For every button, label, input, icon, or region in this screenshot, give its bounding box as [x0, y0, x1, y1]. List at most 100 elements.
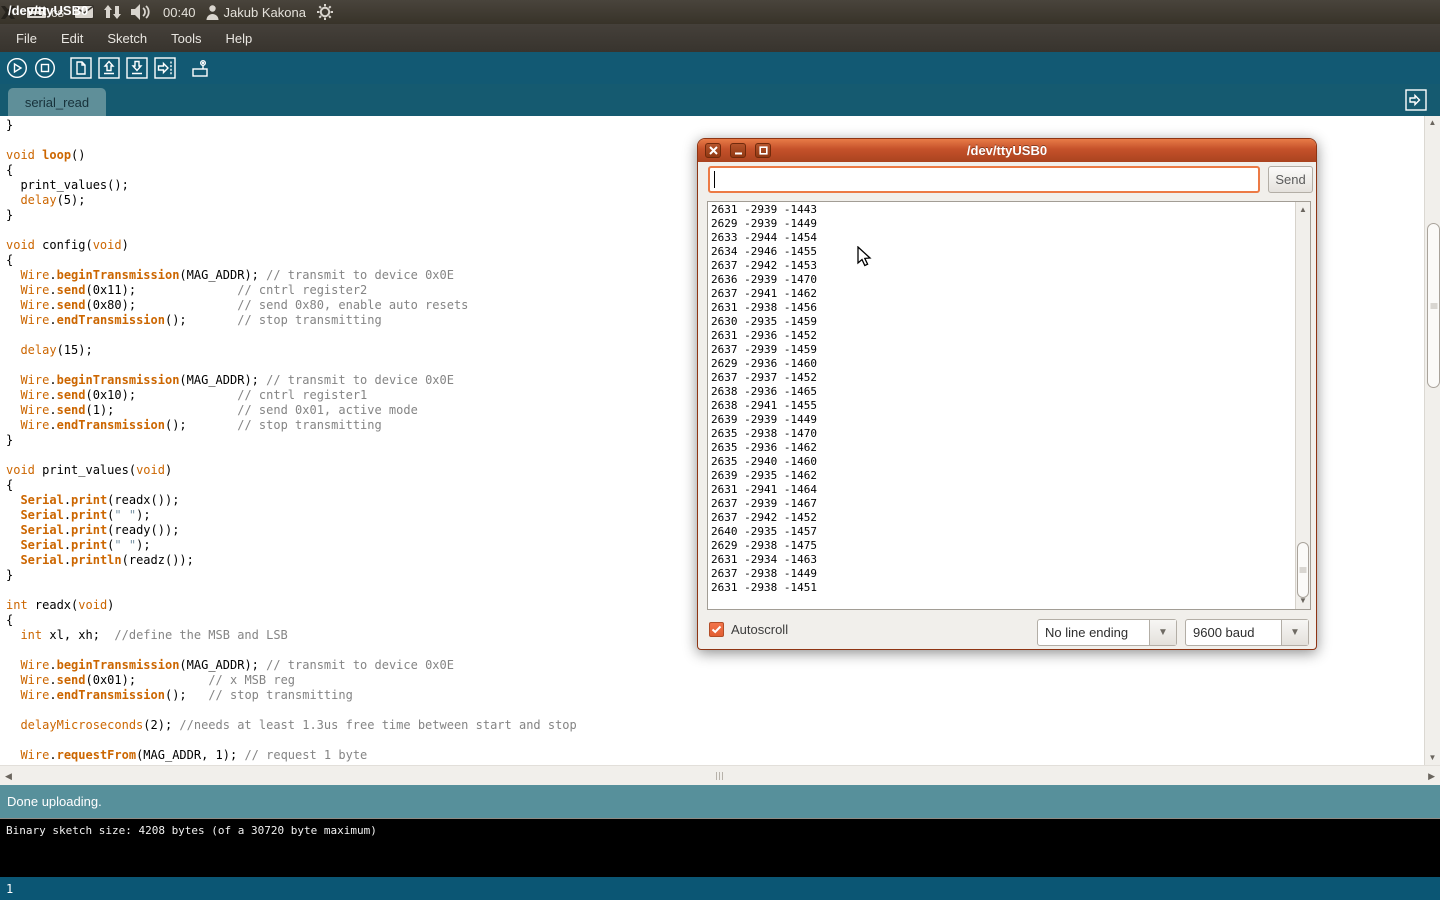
code-line: } [6, 118, 577, 133]
network-arrows-icon[interactable] [104, 5, 121, 19]
menubar: FileEditSketchToolsHelp [0, 24, 1440, 52]
top-panel: /dev/ttyUSB0 cs 00:40 [0, 0, 1440, 24]
new-sketch-button[interactable] [69, 56, 93, 80]
code-line [6, 328, 577, 343]
autoscroll-checkbox[interactable] [709, 622, 724, 637]
serial-monitor-icon [189, 57, 213, 79]
code-line: delay(15); [6, 343, 577, 358]
user-icon [206, 5, 219, 20]
tab-menu-button[interactable] [1404, 88, 1428, 112]
code-line: Serial.print(" "); [6, 508, 577, 523]
session-gear-icon[interactable] [316, 3, 334, 21]
code-line [6, 448, 577, 463]
code-line: { [6, 163, 577, 178]
open-up-arrow-icon [98, 57, 120, 79]
scroll-right-arrow[interactable]: ▶ [1428, 771, 1435, 782]
tab-strip: serial_read [0, 84, 1440, 116]
code-line: print_values(); [6, 178, 577, 193]
save-sketch-button[interactable] [125, 56, 149, 80]
code-line: Wire.beginTransmission(MAG_ADDR); // tra… [6, 373, 577, 388]
code-line: delay(5); [6, 193, 577, 208]
code-lines: } void loop(){ print_values(); delay(5);… [6, 118, 577, 763]
send-button-label: Send [1275, 172, 1305, 187]
serial-send-input[interactable] [708, 166, 1260, 193]
code-line: Wire.requestFrom(MAG_ADDR, 1); // reques… [6, 748, 577, 763]
current-line-number: 1 [6, 882, 13, 896]
code-line: void loop() [6, 148, 577, 163]
code-line: int xl, xh; //define the MSB and LSB [6, 628, 577, 643]
editor-horizontal-scrollbar[interactable]: ◀ ▶ [0, 765, 1440, 785]
baud-rate-select[interactable]: 9600 baud ▼ [1185, 619, 1309, 646]
serial-scrollbar-thumb[interactable] [1297, 542, 1309, 598]
serial-monitor-window: /dev/ttyUSB0 Send 2631 -2939 -1443 2629 … [697, 138, 1317, 650]
code-line: Wire.beginTransmission(MAG_ADDR); // tra… [6, 268, 577, 283]
mouse-cursor [856, 246, 876, 273]
window-close-button[interactable] [705, 143, 721, 158]
volume-icon[interactable] [131, 4, 153, 20]
code-line: Wire.beginTransmission(MAG_ADDR); // tra… [6, 658, 577, 673]
code-line: Serial.println(readz()); [6, 553, 577, 568]
status-message: Done uploading. [7, 794, 102, 809]
chevron-down-icon[interactable]: ▼ [1149, 620, 1176, 645]
code-line [6, 358, 577, 373]
menu-item-file[interactable]: File [4, 26, 49, 51]
line-number-bar: 1 [0, 877, 1440, 900]
code-line: } [6, 568, 577, 583]
checkmark-icon [711, 625, 722, 634]
verify-button[interactable] [5, 56, 29, 80]
minimize-icon [734, 146, 743, 155]
code-line [6, 643, 577, 658]
code-line: delayMicroseconds(2); //needs at least 1… [6, 718, 577, 733]
code-line: { [6, 613, 577, 628]
line-ending-select[interactable]: No line ending ▼ [1037, 619, 1177, 646]
menu-item-help[interactable]: Help [213, 26, 264, 51]
window-minimize-button[interactable] [730, 143, 746, 158]
arrow-cursor-icon [856, 246, 876, 268]
serial-monitor-controls: Autoscroll No line ending ▼ 9600 baud ▼ [698, 610, 1316, 649]
tab-label: serial_read [25, 95, 89, 110]
stop-button[interactable] [33, 56, 57, 80]
serial-monitor-button[interactable] [189, 56, 213, 80]
user-menu[interactable]: Jakub Kakona [206, 5, 306, 20]
code-line: void config(void) [6, 238, 577, 253]
menu-item-tools[interactable]: Tools [159, 26, 213, 51]
code-line: Wire.send(0x11); // cntrl register2 [6, 283, 577, 298]
code-line: Serial.print(ready()); [6, 523, 577, 538]
serial-monitor-titlebar[interactable]: /dev/ttyUSB0 [698, 139, 1316, 162]
code-line: Serial.print(" "); [6, 538, 577, 553]
scroll-up-arrow[interactable]: ▲ [1299, 206, 1307, 214]
menu-item-sketch[interactable]: Sketch [95, 26, 159, 51]
serial-output-text: 2631 -2939 -1443 2629 -2939 -1449 2633 -… [708, 202, 1310, 595]
serial-output-scrollbar[interactable]: ▲ ▼ [1295, 202, 1310, 609]
chevron-down-icon[interactable]: ▼ [1281, 620, 1308, 645]
maximize-icon [759, 146, 768, 155]
send-button[interactable]: Send [1268, 166, 1313, 193]
code-line: Wire.send(0x01); // x MSB reg [6, 673, 577, 688]
code-line: void print_values(void) [6, 463, 577, 478]
code-line: } [6, 433, 577, 448]
upload-right-arrow-icon [154, 57, 176, 79]
code-line: Wire.endTransmission(); // stop transmit… [6, 313, 577, 328]
text-caret [714, 171, 715, 188]
line-ending-value: No line ending [1038, 620, 1149, 645]
code-line: Serial.print(readx()); [6, 493, 577, 508]
code-line: } [6, 208, 577, 223]
serial-monitor-title: /dev/ttyUSB0 [967, 143, 1047, 158]
editor-vertical-scrollbar[interactable]: ▲ ▼ [1424, 116, 1440, 765]
menu-item-edit[interactable]: Edit [49, 26, 95, 51]
tab-menu-arrow-icon [1405, 89, 1427, 111]
scroll-down-arrow[interactable]: ▼ [1429, 754, 1437, 762]
scroll-up-arrow[interactable]: ▲ [1429, 119, 1437, 127]
scroll-down-arrow[interactable]: ▼ [1299, 597, 1307, 605]
code-line: { [6, 478, 577, 493]
code-line: { [6, 253, 577, 268]
editor-scrollbar-thumb[interactable] [1427, 223, 1440, 388]
scroll-left-arrow[interactable]: ◀ [5, 771, 12, 782]
clock[interactable]: 00:40 [163, 5, 196, 20]
upload-button[interactable] [153, 56, 177, 80]
code-line: Wire.send(1); // send 0x01, active mode [6, 403, 577, 418]
window-maximize-button[interactable] [755, 143, 771, 158]
open-sketch-button[interactable] [97, 56, 121, 80]
tab-serial-read[interactable]: serial_read [8, 88, 106, 116]
code-line [6, 583, 577, 598]
